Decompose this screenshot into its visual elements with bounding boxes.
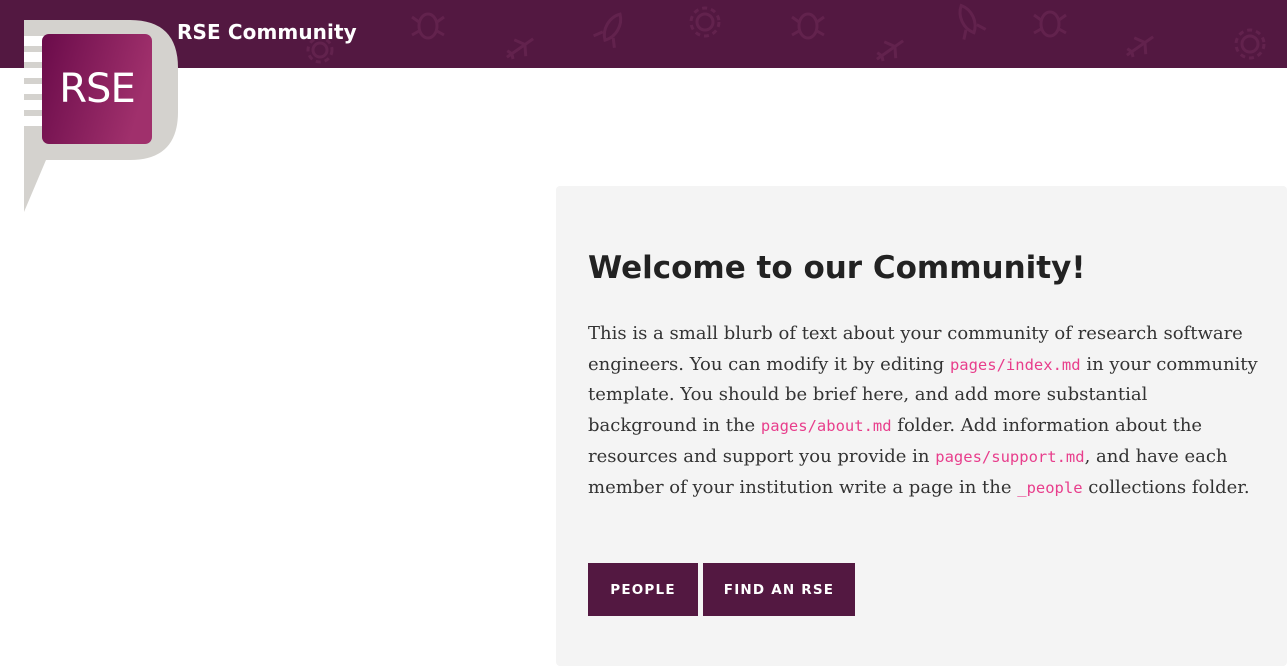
code-index-md: pages/index.md [949, 355, 1081, 374]
find-an-rse-button[interactable]: FIND AN RSE [703, 563, 855, 616]
code-support-md: pages/support.md [935, 447, 1085, 466]
welcome-heading: Welcome to our Community! [588, 250, 1086, 286]
rocket-icon [593, 12, 623, 49]
rse-logo[interactable]: RSE [0, 0, 190, 220]
logo-text: RSE [59, 66, 135, 112]
people-button[interactable]: PEOPLE [588, 563, 698, 616]
airplane-icon [1126, 35, 1154, 58]
bug-icon [1033, 10, 1067, 38]
rocket-icon [958, 3, 987, 40]
gear-icon [689, 6, 721, 38]
blurb-text: collections folder. [1082, 476, 1250, 498]
airplane-icon [506, 37, 534, 60]
welcome-card: Welcome to our Community! This is a smal… [556, 186, 1287, 666]
airplane-icon [876, 39, 904, 62]
bug-icon [791, 12, 825, 40]
code-about-md: pages/about.md [760, 417, 892, 436]
bug-icon [411, 12, 445, 40]
code-people: _people [1017, 478, 1083, 497]
header-bar: RSE Community [0, 0, 1287, 68]
gear-icon [1234, 28, 1266, 60]
welcome-blurb: This is a small blurb of text about your… [588, 319, 1260, 503]
site-title-link[interactable]: RSE Community [177, 20, 357, 44]
